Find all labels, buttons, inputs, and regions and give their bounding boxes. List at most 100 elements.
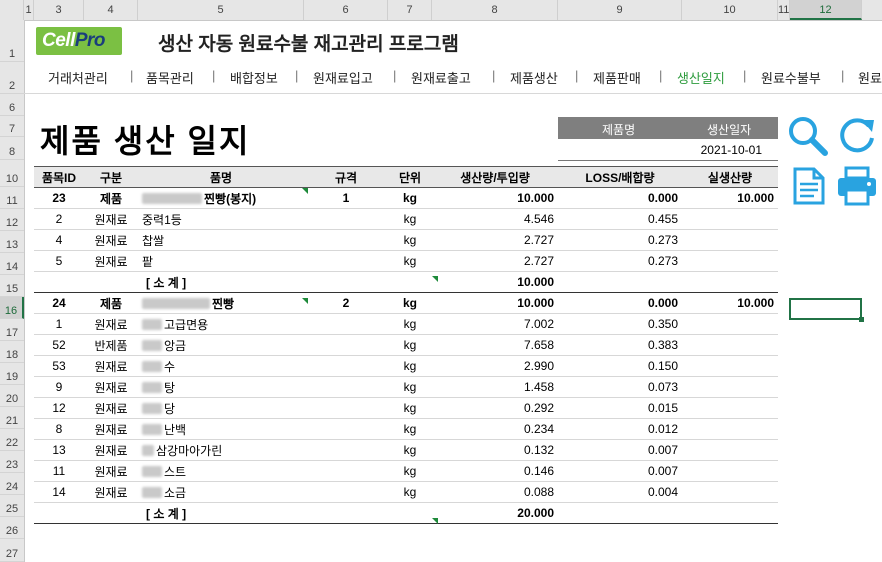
cell-loss[interactable]: 0.007 xyxy=(558,439,682,461)
info-value-row[interactable]: 2021-10-01 xyxy=(558,139,778,161)
cell-spec[interactable] xyxy=(304,208,388,230)
cell-unit[interactable]: kg xyxy=(388,397,432,419)
cell-quantity[interactable]: 2.727 xyxy=(432,250,558,272)
cell-category[interactable]: 반제품 xyxy=(84,334,138,356)
cell-category[interactable]: 원재료 xyxy=(84,481,138,503)
cell-category[interactable]: 원재료 xyxy=(84,439,138,461)
cell-item-name[interactable]: 난백 xyxy=(138,418,304,440)
column-header[interactable]: 1 xyxy=(24,0,34,20)
cell-item-id[interactable]: 52 xyxy=(34,334,84,356)
cell-category[interactable]: 제품 xyxy=(84,292,138,314)
row-header[interactable]: 2 xyxy=(0,62,24,94)
cell-loss[interactable]: 0.455 xyxy=(558,208,682,230)
row-header[interactable]: 24 xyxy=(0,473,24,495)
cell-actual-output[interactable] xyxy=(682,502,778,524)
cell-category[interactable]: 원재료 xyxy=(84,250,138,272)
cell-spec[interactable] xyxy=(304,418,388,440)
cell-item-name[interactable]: 중력1등 xyxy=(138,208,304,230)
cell-quantity[interactable]: 2.727 xyxy=(432,229,558,251)
cell-spec[interactable] xyxy=(304,229,388,251)
cell-unit[interactable]: kg xyxy=(388,250,432,272)
menu-item-material-ledger[interactable]: 원료수불부 xyxy=(761,68,821,87)
cell-item-id[interactable]: 9 xyxy=(34,376,84,398)
cell-item-name[interactable]: 삼강마아가린 xyxy=(138,439,304,461)
row-header[interactable]: 8 xyxy=(0,137,24,160)
cell-spec[interactable] xyxy=(304,250,388,272)
cell-spec[interactable] xyxy=(304,502,388,524)
cell-loss[interactable]: 0.000 xyxy=(558,187,682,209)
cell-unit[interactable]: kg xyxy=(388,187,432,209)
cell-actual-output[interactable] xyxy=(682,439,778,461)
cell-item-name[interactable]: 찐빵 xyxy=(138,292,304,314)
cell-quantity[interactable]: 20.000 xyxy=(432,502,558,524)
row-header-selected[interactable]: 16 xyxy=(0,297,24,319)
cell-spec[interactable] xyxy=(304,460,388,482)
cell-item-id[interactable]: 8 xyxy=(34,418,84,440)
cell-item-id[interactable]: 24 xyxy=(34,292,84,314)
menu-item-production-log[interactable]: 생산일지 xyxy=(677,68,725,87)
cell-item-name[interactable]: 당 xyxy=(138,397,304,419)
cell-item-id[interactable]: 23 xyxy=(34,187,84,209)
cell-unit[interactable]: kg xyxy=(388,229,432,251)
cell-unit[interactable] xyxy=(388,271,432,293)
cell-item-id[interactable]: 12 xyxy=(34,397,84,419)
cell-spec[interactable] xyxy=(304,439,388,461)
cell-category[interactable]: 원재료 xyxy=(84,460,138,482)
menu-item-blend-info[interactable]: 배합정보 xyxy=(230,68,278,87)
menu-item-vendor[interactable]: 거래처관리 xyxy=(48,68,108,87)
selected-cell[interactable] xyxy=(789,298,864,322)
menu-item-material-more[interactable]: 원료 xyxy=(858,68,882,87)
cell-loss[interactable]: 0.004 xyxy=(558,481,682,503)
cell-actual-output[interactable] xyxy=(682,313,778,335)
column-header[interactable]: 8 xyxy=(432,0,558,20)
cell-category[interactable]: 원재료 xyxy=(84,229,138,251)
cell-loss[interactable]: 0.350 xyxy=(558,313,682,335)
cell-spec[interactable] xyxy=(304,334,388,356)
cell-item-name[interactable]: 앙금 xyxy=(138,334,304,356)
cell-spec[interactable]: 2 xyxy=(304,292,388,314)
cell-item-name[interactable]: 탕 xyxy=(138,376,304,398)
cell-category[interactable]: 원재료 xyxy=(84,397,138,419)
cell-unit[interactable]: kg xyxy=(388,208,432,230)
column-header[interactable]: 3 xyxy=(34,0,84,20)
cell-quantity[interactable]: 0.292 xyxy=(432,397,558,419)
cell-category[interactable]: 원재료 xyxy=(84,355,138,377)
cell-item-name[interactable]: 팥 xyxy=(138,250,304,272)
search-icon[interactable] xyxy=(786,114,830,156)
cell-unit[interactable]: kg xyxy=(388,460,432,482)
print-icon[interactable] xyxy=(836,166,878,206)
cell-actual-output[interactable] xyxy=(682,229,778,251)
row-header[interactable]: 14 xyxy=(0,253,24,275)
column-header[interactable]: 11 xyxy=(778,0,790,20)
menu-item-production[interactable]: 제품생산 xyxy=(510,68,558,87)
cell-item-id[interactable]: 14 xyxy=(34,481,84,503)
row-header[interactable]: 26 xyxy=(0,517,24,539)
row-header[interactable]: 7 xyxy=(0,116,24,137)
cell-actual-output[interactable] xyxy=(682,481,778,503)
row-header[interactable]: 15 xyxy=(0,275,24,297)
cell-quantity[interactable]: 7.002 xyxy=(432,313,558,335)
row-header[interactable]: 12 xyxy=(0,209,24,231)
column-header[interactable]: 5 xyxy=(138,0,304,20)
select-all-corner[interactable] xyxy=(0,0,24,20)
cell-item-name[interactable]: 찐빵(봉지) xyxy=(138,187,304,209)
cell-item-id[interactable]: 1 xyxy=(34,313,84,335)
row-header[interactable]: 21 xyxy=(0,407,24,429)
cell-loss[interactable]: 0.273 xyxy=(558,250,682,272)
cell-loss[interactable]: 0.007 xyxy=(558,460,682,482)
cell-quantity[interactable]: 0.088 xyxy=(432,481,558,503)
cell-loss[interactable]: 0.015 xyxy=(558,397,682,419)
cell-unit[interactable]: kg xyxy=(388,418,432,440)
cell-category[interactable] xyxy=(84,271,138,293)
cell-actual-output[interactable] xyxy=(682,208,778,230)
cell-spec[interactable]: 1 xyxy=(304,187,388,209)
cell-actual-output[interactable] xyxy=(682,271,778,293)
row-header[interactable]: 1 xyxy=(0,20,24,62)
cell-loss[interactable] xyxy=(558,271,682,293)
cell-loss[interactable]: 0.012 xyxy=(558,418,682,440)
cell-loss[interactable]: 0.273 xyxy=(558,229,682,251)
cell-loss[interactable]: 0.000 xyxy=(558,292,682,314)
cell-unit[interactable]: kg xyxy=(388,292,432,314)
row-header[interactable]: 27 xyxy=(0,539,24,562)
cell-quantity[interactable]: 10.000 xyxy=(432,271,558,293)
